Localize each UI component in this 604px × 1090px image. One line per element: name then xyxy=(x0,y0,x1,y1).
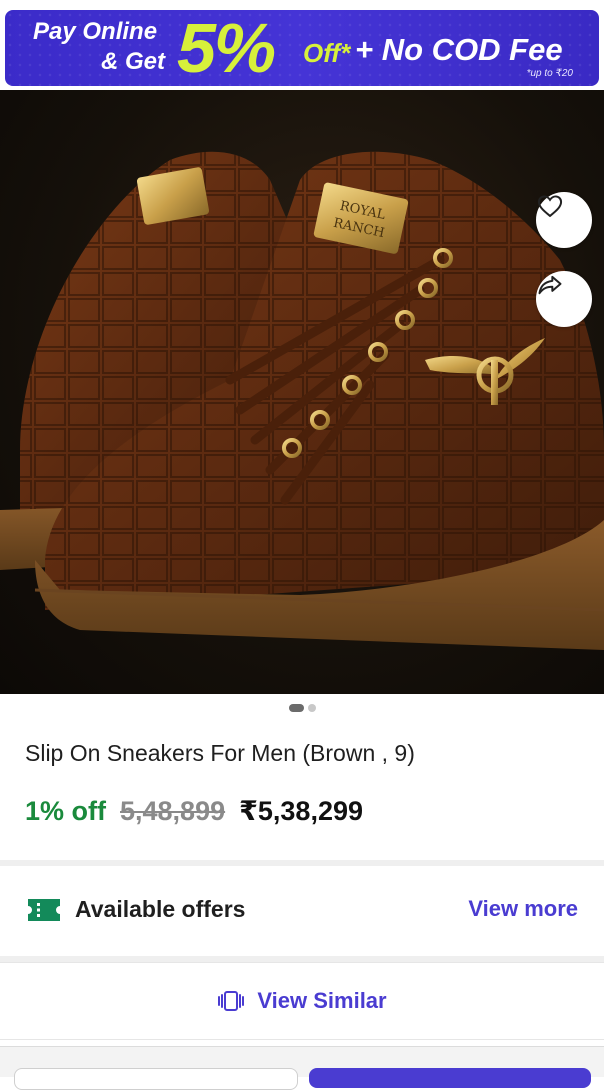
selling-price: ₹5,38,299 xyxy=(239,796,363,826)
sneaker-illustration: ROYAL RANCH xyxy=(0,151,604,650)
promo-line2: & Get xyxy=(101,48,166,75)
promo-line1: Pay Online xyxy=(33,18,158,45)
ticket-icon xyxy=(28,899,60,921)
discount-percent: 1% off xyxy=(25,796,106,826)
carousel-dot-active[interactable] xyxy=(288,704,304,712)
product-image[interactable]: ROYAL RANCH xyxy=(0,90,604,694)
promo-banner[interactable]: Pay Online & Get 5% Off* + No COD Fee *u… xyxy=(5,10,599,86)
promo-off: Off* xyxy=(303,38,351,68)
available-offers-row[interactable]: Available offers View more xyxy=(0,866,604,956)
share-icon xyxy=(538,275,562,295)
view-more-link[interactable]: View more xyxy=(468,896,578,922)
original-price: 5,48,899 xyxy=(120,796,226,826)
price-row: 1% off 5,48,899 ₹5,38,299 xyxy=(25,796,363,827)
carousel-dot[interactable] xyxy=(307,704,316,712)
view-similar-label: View Similar xyxy=(257,988,387,1013)
view-similar-icon xyxy=(218,991,245,1011)
share-button[interactable] xyxy=(536,271,592,327)
heart-icon xyxy=(537,195,563,218)
offers-label: Available offers xyxy=(75,896,246,922)
promo-fineprint: *up to ₹20 xyxy=(526,68,573,79)
add-to-cart-button[interactable] xyxy=(14,1068,298,1090)
wishlist-button[interactable] xyxy=(536,192,592,248)
promo-headline: + No COD Fee xyxy=(355,32,563,67)
view-similar-button[interactable]: View Similar xyxy=(0,962,604,1040)
carousel-indicator xyxy=(0,704,604,714)
promo-percent: 5% xyxy=(177,10,276,86)
product-title: Slip On Sneakers For Men (Brown , 9) xyxy=(25,740,415,766)
buy-now-button[interactable] xyxy=(309,1068,591,1088)
